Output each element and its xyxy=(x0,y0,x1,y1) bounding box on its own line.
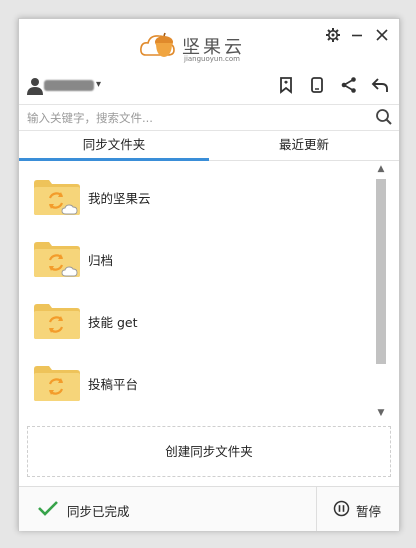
username-redacted[interactable] xyxy=(44,80,94,91)
pause-label: 暂停 xyxy=(356,504,382,519)
folder-list: 我的坚果云 归档 技能 get 投稿平台 xyxy=(19,161,371,423)
sync-folder-icon xyxy=(34,366,80,401)
scroll-down-icon[interactable]: ▼ xyxy=(373,406,389,420)
sync-folder-icon xyxy=(34,304,80,339)
bookmark-icon[interactable] xyxy=(277,76,295,94)
app-logo: 坚果云 jianguoyun.com xyxy=(140,27,260,63)
search-bar xyxy=(19,104,399,131)
folder-name: 我的坚果云 xyxy=(88,191,151,206)
folder-item-archive[interactable]: 归档 xyxy=(19,226,371,288)
scrollbar-thumb[interactable] xyxy=(376,179,386,364)
gear-icon[interactable] xyxy=(325,27,341,43)
sync-folder-icon xyxy=(34,180,80,215)
chevron-down-icon[interactable]: ▾ xyxy=(96,79,101,90)
sync-status-text: 同步已完成 xyxy=(67,504,130,519)
folder-name: 技能 get xyxy=(88,315,138,330)
tab-sync-folders[interactable]: 同步文件夹 xyxy=(19,130,209,161)
folder-name: 投稿平台 xyxy=(88,377,139,392)
app-window: 坚果云 jianguoyun.com ▾ 输入关键字，搜索文件... 同步文件夹… xyxy=(18,18,400,531)
scroll-up-icon[interactable]: ▲ xyxy=(373,162,389,176)
search-input[interactable] xyxy=(25,108,369,128)
scrollbar[interactable]: ▲ ▼ xyxy=(373,162,389,420)
folder-item-submission[interactable]: 投稿平台 xyxy=(19,350,371,412)
folder-name: 归档 xyxy=(88,253,114,268)
pause-icon xyxy=(333,500,350,517)
search-icon[interactable] xyxy=(375,108,393,126)
close-icon[interactable] xyxy=(374,27,390,43)
mobile-icon[interactable] xyxy=(308,76,326,94)
minimize-icon[interactable] xyxy=(349,27,365,43)
title-bar: 坚果云 jianguoyun.com xyxy=(19,19,399,69)
sync-folder-icon xyxy=(34,242,80,277)
brand-subtitle: jianguoyun.com xyxy=(184,55,240,63)
tab-recent-updates[interactable]: 最近更新 xyxy=(209,130,399,160)
share-icon[interactable] xyxy=(340,76,358,94)
create-sync-folder-button[interactable]: 创建同步文件夹 xyxy=(27,426,391,477)
check-icon xyxy=(38,501,58,516)
tab-bar: 同步文件夹 最近更新 xyxy=(19,130,399,161)
status-bar: 同步已完成 暂停 xyxy=(19,486,399,531)
back-icon[interactable] xyxy=(371,76,389,94)
user-icon[interactable] xyxy=(27,77,43,95)
acorn-logo-icon xyxy=(140,32,175,57)
pause-button[interactable]: 暂停 xyxy=(316,487,400,531)
folder-item-skills[interactable]: 技能 get xyxy=(19,288,371,350)
toolbar: ▾ xyxy=(19,73,399,101)
folder-item-my-nutstore[interactable]: 我的坚果云 xyxy=(19,164,371,226)
